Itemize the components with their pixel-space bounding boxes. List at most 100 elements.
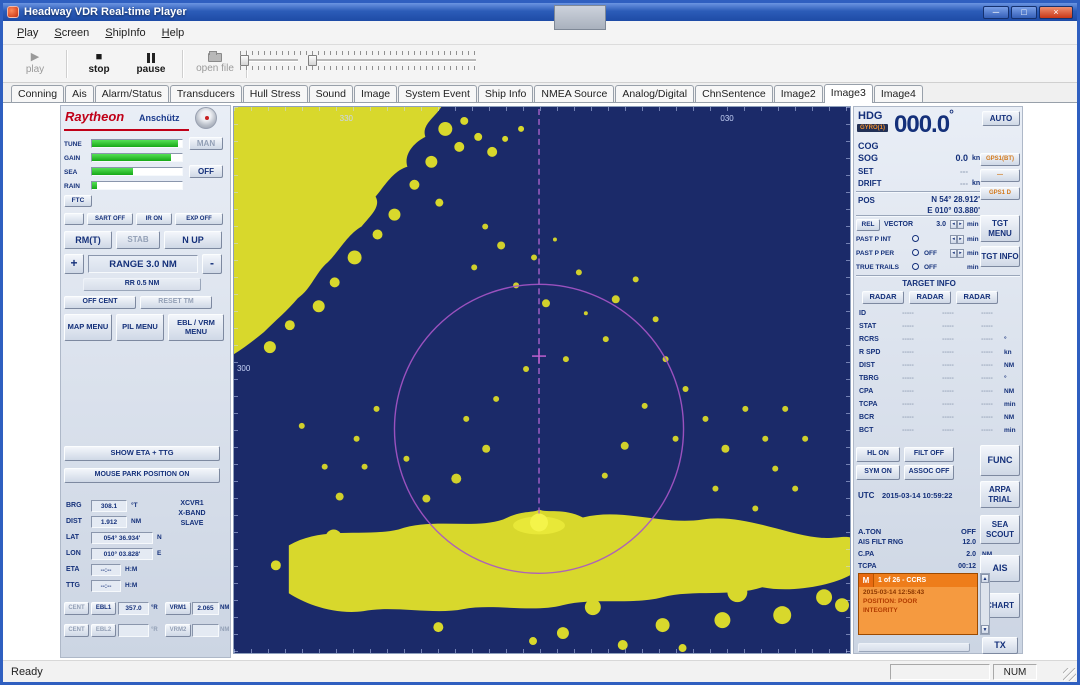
- speed-slider-thumb[interactable]: [240, 55, 249, 66]
- tab-ais[interactable]: Ais: [65, 85, 94, 102]
- scroll-down-icon[interactable]: ▼: [981, 625, 989, 634]
- vrm1-button[interactable]: VRM1: [165, 602, 191, 615]
- reset-tm-button[interactable]: RESET TM: [140, 296, 212, 309]
- gps1-bt-button[interactable]: GPS1(BT): [980, 153, 1020, 166]
- tab-image3[interactable]: Image3: [824, 84, 873, 103]
- rain-slider[interactable]: [91, 181, 183, 190]
- off-cent-button[interactable]: OFF CENT: [64, 296, 136, 309]
- tab-sound[interactable]: Sound: [309, 85, 353, 102]
- rel-button[interactable]: REL: [856, 219, 880, 231]
- tab-conning[interactable]: Conning: [11, 85, 64, 102]
- map-menu-button[interactable]: MAP MENU: [64, 314, 112, 341]
- north-up-button[interactable]: N UP: [164, 231, 222, 249]
- rm-t-button[interactable]: RM(T): [64, 231, 112, 249]
- tab-image2[interactable]: Image2: [774, 85, 823, 102]
- close-button[interactable]: ×: [1039, 6, 1073, 19]
- mouse-park-button[interactable]: MOUSE PARK POSITION ON: [64, 468, 220, 483]
- stop-button[interactable]: ■ stop: [73, 47, 125, 81]
- pause-button[interactable]: pause: [125, 47, 177, 81]
- past-pos-per-spinner[interactable]: ◂▸: [950, 249, 964, 258]
- exp-off-button[interactable]: EXP OFF: [175, 213, 223, 225]
- tab-system-event[interactable]: System Event: [398, 85, 477, 102]
- show-eta-ttg-button[interactable]: SHOW ETA + TTG: [64, 446, 220, 461]
- pil-menu-button[interactable]: PIL MENU: [116, 314, 164, 341]
- position-slider[interactable]: [308, 59, 476, 62]
- radar-source-button-3[interactable]: RADAR: [956, 291, 998, 304]
- tab-nmea-source[interactable]: NMEA Source: [534, 85, 614, 102]
- radar-source-button-2[interactable]: RADAR: [909, 291, 951, 304]
- past-pos-int-toggle-icon[interactable]: [912, 235, 919, 242]
- range-minus-button[interactable]: -: [202, 254, 222, 274]
- arpa-trial-button[interactable]: ARPA TRIAL: [980, 481, 1020, 508]
- range-plus-button[interactable]: +: [64, 254, 84, 274]
- menu-item-play[interactable]: Play: [9, 24, 46, 42]
- auto-button[interactable]: AUTO: [982, 111, 1020, 126]
- tab-transducers[interactable]: Transducers: [170, 85, 242, 102]
- brilliance-knob-icon[interactable]: [195, 107, 217, 129]
- alarm-scroll-strip[interactable]: [858, 643, 970, 652]
- tab-image4[interactable]: Image4: [874, 85, 923, 102]
- ir-on-button[interactable]: IR ON: [136, 213, 172, 225]
- tgt-info-button[interactable]: TGT INFO: [980, 246, 1020, 267]
- app-icon: [7, 6, 19, 18]
- menu-item-screen[interactable]: Screen: [46, 24, 97, 42]
- past-pos-per-toggle-icon[interactable]: [912, 249, 919, 256]
- tab-chnsentence[interactable]: ChnSentence: [695, 85, 773, 102]
- resize-grip[interactable]: [1063, 668, 1076, 681]
- ebl1-button[interactable]: EBL1: [91, 602, 116, 615]
- gps-blank-button[interactable]: —: [980, 169, 1020, 182]
- func-button[interactable]: FUNC: [980, 445, 1020, 476]
- tgt-menu-button[interactable]: TGT MENU: [980, 215, 1020, 242]
- play-button[interactable]: ▶ play: [9, 47, 61, 81]
- ttg-unit: H:M: [125, 582, 137, 589]
- assoc-off-button[interactable]: ASSOC OFF: [904, 465, 954, 480]
- gain-slider[interactable]: [91, 153, 183, 162]
- tab-hull-stress[interactable]: Hull Stress: [243, 85, 308, 102]
- scroll-up-icon[interactable]: ▲: [981, 574, 989, 583]
- tab-ship-info[interactable]: Ship Info: [478, 85, 533, 102]
- position-slider-thumb[interactable]: [308, 55, 317, 66]
- maximize-button[interactable]: □: [1011, 6, 1037, 19]
- radar-source-button-1[interactable]: RADAR: [862, 291, 904, 304]
- cent-button[interactable]: CENT: [64, 602, 89, 615]
- gps1-d-button[interactable]: GPS1 D: [980, 187, 1020, 200]
- hl-on-button[interactable]: HL ON: [856, 447, 900, 462]
- ebl2-button[interactable]: EBL2: [91, 624, 116, 637]
- vector-unit: min: [967, 221, 979, 228]
- stab-button[interactable]: STAB: [116, 231, 160, 249]
- alarm-message-box[interactable]: M 1 of 26 - CCRS 2015-03-14 12:58:43 POS…: [858, 573, 978, 635]
- tab-analog-digital[interactable]: Analog/Digital: [615, 85, 694, 102]
- range-rings-button[interactable]: RR 0.5 NM: [83, 278, 201, 291]
- tab-image[interactable]: Image: [354, 85, 397, 102]
- menu-item-help[interactable]: Help: [154, 24, 193, 42]
- open-file-button[interactable]: open file: [189, 47, 241, 81]
- man-button[interactable]: MAN: [189, 137, 223, 150]
- alarm-scrollbar[interactable]: ▲ ▼: [980, 573, 990, 635]
- blank-small-button[interactable]: [64, 213, 84, 225]
- vector-spinner[interactable]: ◂▸: [950, 220, 964, 229]
- true-trails-toggle-icon[interactable]: [912, 263, 919, 270]
- sym-on-button[interactable]: SYM ON: [856, 465, 900, 480]
- tune-slider[interactable]: [91, 139, 183, 148]
- filt-off-button[interactable]: FILT OFF: [904, 447, 954, 462]
- tab-alarm-status[interactable]: Alarm/Status: [95, 85, 169, 102]
- minimize-button[interactable]: ─: [983, 6, 1009, 19]
- sea-slider[interactable]: [91, 167, 183, 176]
- vrm2-button[interactable]: VRM2: [165, 624, 191, 637]
- alarm-m-button[interactable]: M: [859, 574, 874, 587]
- sart-off-button[interactable]: SART OFF: [87, 213, 133, 225]
- tx-button[interactable]: TX: [982, 637, 1018, 654]
- speed-slider[interactable]: [240, 59, 298, 62]
- ebl-vrm-menu-button[interactable]: EBL / VRM MENU: [168, 314, 224, 341]
- title-bar[interactable]: Headway VDR Real-time Player ─ □ ×: [3, 3, 1077, 21]
- radar-ppi-display[interactable]: 330 030 300: [233, 106, 851, 654]
- ftc-button[interactable]: FTC: [64, 195, 92, 207]
- tcpa-limit-label: TCPA: [858, 563, 877, 570]
- sea-off-button[interactable]: OFF: [189, 165, 223, 178]
- target-value: -----: [930, 323, 966, 330]
- menu-item-shipinfo[interactable]: ShipInfo: [97, 24, 153, 42]
- heading-source-badge: GYRO(1): [857, 124, 888, 132]
- past-pos-int-spinner[interactable]: ◂▸: [950, 235, 964, 244]
- sea-scout-button[interactable]: SEA SCOUT: [980, 515, 1020, 544]
- cent-button[interactable]: CENT: [64, 624, 89, 637]
